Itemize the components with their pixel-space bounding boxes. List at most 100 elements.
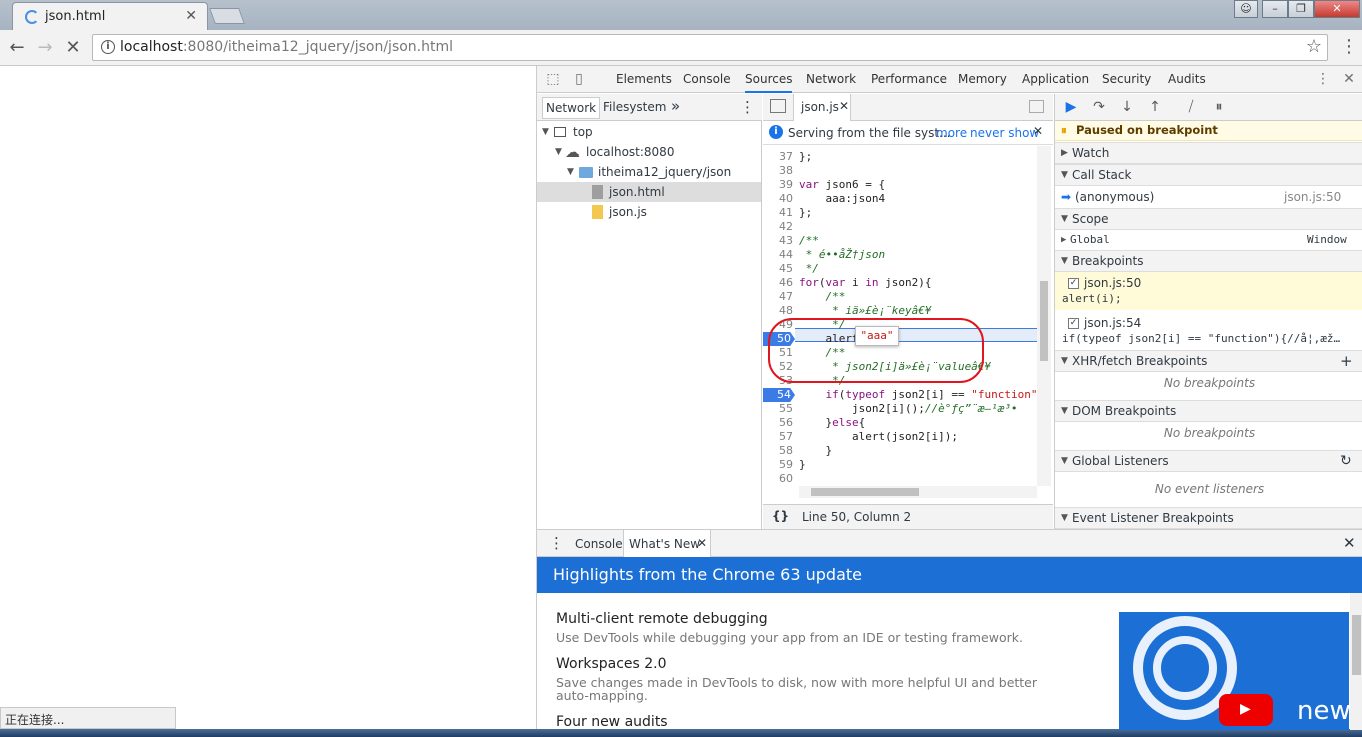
tab-console[interactable]: Console xyxy=(683,72,731,86)
drawer-tab-console[interactable]: Console xyxy=(575,537,623,551)
line-number[interactable]: 57 xyxy=(763,430,793,444)
nav-tab-network[interactable]: Network xyxy=(542,97,601,119)
chrome-menu-icon[interactable]: ⋮ xyxy=(1340,36,1358,57)
line-number[interactable]: 60 xyxy=(763,472,793,484)
drawer-tab-whats-new[interactable]: What's New ✕ xyxy=(623,530,711,557)
line-number[interactable]: 40 xyxy=(763,192,793,206)
user-icon[interactable]: ☺ xyxy=(1234,0,1258,18)
line-number[interactable]: 46 xyxy=(763,276,793,290)
devtools-close-icon[interactable]: ✕ xyxy=(1341,71,1357,87)
devtools-menu-icon[interactable]: ⋮ xyxy=(1315,71,1331,87)
code-line[interactable]: */ xyxy=(799,262,819,276)
toggle-navigator-icon[interactable] xyxy=(770,99,786,113)
stop-loading-icon[interactable]: ✕ xyxy=(62,37,84,59)
code-line[interactable]: * é••åŽ†json xyxy=(799,248,885,262)
tab-sources[interactable]: Sources xyxy=(745,72,793,93)
scope-global[interactable]: ▶ Global Window xyxy=(1055,230,1362,250)
section-call-stack[interactable]: ▼ Call Stack xyxy=(1055,164,1362,186)
tab-network[interactable]: Network xyxy=(806,72,856,86)
minimize-icon[interactable]: – xyxy=(1262,0,1288,18)
line-number[interactable]: 56 xyxy=(763,416,793,430)
tree-item-host[interactable]: ▼ ☁ localhost:8080 xyxy=(537,142,761,162)
inspect-element-icon[interactable]: ⬚ xyxy=(545,71,561,87)
whats-new-image[interactable]: ▶ new xyxy=(1119,612,1349,730)
line-number[interactable]: 42 xyxy=(763,220,793,234)
browser-tab[interactable]: json.html ✕ xyxy=(12,2,208,30)
info-close-icon[interactable]: ✕ xyxy=(1033,124,1043,138)
section-watch[interactable]: ▶ Watch xyxy=(1055,142,1362,164)
line-number[interactable]: 58 xyxy=(763,444,793,458)
info-more-link[interactable]: more xyxy=(936,126,967,140)
code-line[interactable]: /** xyxy=(799,234,819,248)
info-never-show-link[interactable]: never show xyxy=(970,126,1039,140)
tab-close-icon[interactable]: ✕ xyxy=(185,8,197,24)
drawer-menu-icon[interactable]: ⋮ xyxy=(549,534,564,552)
code-line[interactable]: if(typeof json2[i] == "function" xyxy=(799,388,1038,402)
tab-performance[interactable]: Performance xyxy=(871,72,947,86)
editor-tab-close-icon[interactable]: ✕ xyxy=(839,99,849,113)
horizontal-scrollbar[interactable] xyxy=(799,486,1037,498)
line-number[interactable]: 45 xyxy=(763,262,793,276)
step-over-icon[interactable]: ↷ xyxy=(1090,98,1108,116)
tree-item-top[interactable]: ▼ top xyxy=(537,122,761,142)
breakpoint-item-2[interactable]: ✓ json.js:54 if(typeof json2[i] == "func… xyxy=(1055,312,1362,350)
line-number[interactable]: 37 xyxy=(763,150,793,164)
line-number[interactable]: 59 xyxy=(763,458,793,472)
section-scope[interactable]: ▼ Scope xyxy=(1055,208,1362,230)
code-line[interactable]: /** xyxy=(799,290,845,304)
breakpoint-checkbox[interactable]: ✓ xyxy=(1068,278,1079,289)
address-bar[interactable]: i localhost:8080/itheima12_jquery/json/j… xyxy=(92,34,1328,61)
line-number[interactable]: 38 xyxy=(763,164,793,178)
line-number-breakpoint[interactable]: 54 xyxy=(763,388,795,402)
tree-item-json-html[interactable]: json.html xyxy=(537,182,761,202)
code-line[interactable]: } xyxy=(799,444,832,458)
tree-item-json-js[interactable]: json.js xyxy=(537,202,761,222)
tab-application[interactable]: Application xyxy=(1022,72,1089,86)
pretty-print-icon[interactable]: {} xyxy=(772,509,789,523)
deactivate-breakpoints-icon[interactable]: ⧸ xyxy=(1182,98,1200,116)
line-number[interactable]: 39 xyxy=(763,178,793,192)
tab-memory[interactable]: Memory xyxy=(958,72,1007,86)
section-breakpoints[interactable]: ▼ Breakpoints xyxy=(1055,250,1362,272)
line-number[interactable]: 43 xyxy=(763,234,793,248)
line-number[interactable]: 44 xyxy=(763,248,793,262)
breakpoint-item-1[interactable]: ✓ json.js:50 alert(i); xyxy=(1055,272,1362,310)
bookmark-star-icon[interactable]: ☆ xyxy=(1306,36,1322,57)
editor-tab-json-js[interactable]: json.js ✕ xyxy=(793,94,851,121)
add-xhr-breakpoint-icon[interactable]: + xyxy=(1340,351,1353,371)
drawer-close-icon[interactable]: ✕ xyxy=(1343,534,1356,552)
breakpoint-checkbox[interactable]: ✓ xyxy=(1068,318,1079,329)
code-line[interactable]: }else{ xyxy=(799,416,865,430)
vertical-scrollbar[interactable] xyxy=(1037,146,1051,486)
code-line[interactable]: alert(json2[i]); xyxy=(799,430,958,444)
section-global-listeners[interactable]: ▼ Global Listeners ↻ xyxy=(1055,450,1362,472)
drawer-tab-close-icon[interactable]: ✕ xyxy=(697,536,707,550)
resume-icon[interactable]: ▶ xyxy=(1062,98,1080,116)
youtube-play-icon[interactable]: ▶ xyxy=(1219,694,1273,726)
site-info-icon[interactable]: i xyxy=(101,40,115,54)
tree-item-folder[interactable]: ▼ itheima12_jquery/json xyxy=(537,162,761,182)
code-line[interactable]: } xyxy=(799,458,806,472)
line-number[interactable]: 48 xyxy=(763,304,793,318)
drawer-scrollbar[interactable] xyxy=(1350,593,1362,730)
code-line[interactable]: json2[i]();//è°ƒç”¨æ–¹æ³• xyxy=(799,402,1018,416)
forward-arrow-icon[interactable]: → xyxy=(34,37,56,59)
section-event-listener-breakpoints[interactable]: ▼ Event Listener Breakpoints xyxy=(1055,507,1362,529)
device-toolbar-icon[interactable]: ▯ xyxy=(571,71,587,87)
line-number[interactable]: 47 xyxy=(763,290,793,304)
back-arrow-icon[interactable]: ← xyxy=(6,37,28,59)
refresh-icon[interactable]: ↻ xyxy=(1340,451,1352,471)
section-xhr-breakpoints[interactable]: ▼ XHR/fetch Breakpoints + xyxy=(1055,350,1362,372)
new-tab-button[interactable] xyxy=(209,8,245,24)
maximize-icon[interactable]: ❐ xyxy=(1288,0,1314,18)
toggle-debugger-icon[interactable] xyxy=(1029,100,1044,113)
tab-security[interactable]: Security xyxy=(1102,72,1151,86)
more-tabs-icon[interactable]: » xyxy=(671,97,680,115)
code-line[interactable]: }; xyxy=(799,206,812,220)
step-into-icon[interactable]: ↓ xyxy=(1118,98,1136,116)
code-line[interactable]: * iä»£è¡¨keyâ€¥ xyxy=(799,304,931,318)
call-frame[interactable]: ➡ (anonymous) json.js:50 xyxy=(1055,186,1362,208)
step-out-icon[interactable]: ↑ xyxy=(1146,98,1164,116)
tab-audits[interactable]: Audits xyxy=(1168,72,1206,86)
code-area[interactable]: 37}; 38 39 var json6 = {40 aaa:json4 41}; 42 4… xyxy=(763,146,1053,484)
